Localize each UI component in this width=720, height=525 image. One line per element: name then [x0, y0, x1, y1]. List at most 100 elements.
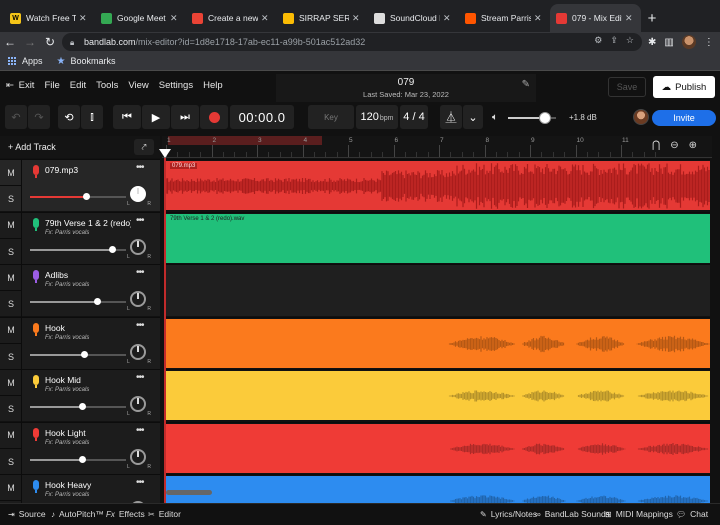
- undo-button[interactable]: ↶: [5, 105, 27, 129]
- metronome-dropdown[interactable]: ⌄: [463, 105, 483, 129]
- back-arrow-icon[interactable]: ←: [0, 35, 20, 49]
- track-name[interactable]: Hook Heavy: [45, 480, 131, 490]
- more-options-icon[interactable]: •••: [136, 372, 144, 383]
- redo-button[interactable]: ↷: [28, 105, 50, 129]
- bandlab-sounds-tab[interactable]: ∞ BandLab Sounds: [535, 509, 610, 519]
- automation-wand-button[interactable]: ⤤: [134, 139, 154, 155]
- solo-button[interactable]: S: [0, 239, 22, 265]
- edit-pencil-icon[interactable]: ✎: [522, 79, 530, 90]
- skip-back-button[interactable]: ⏮: [113, 105, 141, 129]
- close-icon[interactable]: ✕: [79, 13, 89, 24]
- pan-knob[interactable]: [130, 186, 146, 202]
- track-lane[interactable]: [166, 316, 710, 369]
- solo-button[interactable]: S: [0, 449, 22, 475]
- magnet-icon[interactable]: ⋂: [652, 140, 660, 151]
- add-track-button[interactable]: + Add Track: [8, 142, 56, 152]
- pan-knob[interactable]: [130, 343, 146, 360]
- mute-button[interactable]: M: [0, 370, 22, 396]
- master-volume-slider[interactable]: [508, 112, 556, 124]
- audio-clip[interactable]: 079.mp3: [166, 161, 710, 210]
- close-icon[interactable]: ✕: [443, 13, 453, 24]
- browser-tab[interactable]: Create a new ser✕: [186, 4, 277, 32]
- track-volume-knob[interactable]: [108, 245, 116, 253]
- project-title-box[interactable]: 079 Last Saved: Mar 23, 2022 ✎: [276, 74, 536, 102]
- more-options-icon[interactable]: •••: [136, 162, 144, 173]
- play-button[interactable]: ▶: [142, 105, 170, 129]
- side-panel-icon[interactable]: ▥: [664, 37, 673, 48]
- pan-knob[interactable]: [130, 396, 146, 412]
- solo-button[interactable]: S: [0, 186, 22, 212]
- share-icon[interactable]: ⇪: [610, 35, 618, 46]
- more-options-icon[interactable]: •••: [136, 320, 144, 331]
- browser-tab[interactable]: Stream Parris Le✕: [459, 4, 550, 32]
- menu-exit[interactable]: ⇤ Exit: [6, 80, 34, 91]
- solo-button[interactable]: S: [0, 396, 22, 422]
- chat-tab[interactable]: 💬︎ Chat: [676, 509, 708, 519]
- track-name[interactable]: Hook: [45, 323, 131, 333]
- zoom-in-icon[interactable]: ⊕: [689, 140, 697, 151]
- more-options-icon[interactable]: •••: [136, 425, 144, 436]
- new-tab-plus-icon[interactable]: +: [641, 4, 663, 32]
- invite-button[interactable]: Invite: [652, 110, 716, 126]
- menu-view[interactable]: View: [128, 80, 148, 91]
- save-button[interactable]: Save: [608, 77, 646, 97]
- track-volume-knob[interactable]: [80, 350, 88, 358]
- track-name[interactable]: 79th Verse 1 & 2 (redo): [45, 218, 131, 228]
- track-volume-knob[interactable]: [82, 193, 90, 200]
- track-lane[interactable]: [166, 421, 710, 474]
- close-icon[interactable]: ✕: [534, 13, 544, 24]
- solo-button[interactable]: S: [0, 291, 22, 317]
- close-icon[interactable]: ✕: [352, 13, 362, 24]
- close-icon[interactable]: ✕: [261, 13, 271, 24]
- track-name[interactable]: Adlibs: [45, 270, 131, 280]
- skip-forward-button[interactable]: ⏭: [171, 105, 199, 129]
- pan-knob[interactable]: [130, 291, 146, 307]
- bookmark-bookmarks[interactable]: ★ Bookmarks: [57, 56, 116, 67]
- loop-button[interactable]: ⟲: [58, 105, 80, 129]
- key-selector[interactable]: Key: [308, 105, 354, 129]
- track-volume-slider[interactable]: [30, 298, 126, 305]
- record-button[interactable]: [200, 105, 228, 129]
- split-button[interactable]: ⫾: [81, 105, 103, 129]
- track-header[interactable]: M S 79th Verse 1 & 2 (redo) Fx: Parris voca…: [0, 211, 160, 265]
- menu-settings[interactable]: Settings: [159, 80, 193, 91]
- tempo-display[interactable]: 120 bpm: [356, 105, 398, 129]
- midi-mappings-tab[interactable]: ⊞ MIDI Mappings: [605, 509, 673, 519]
- more-options-icon[interactable]: •••: [136, 215, 144, 226]
- mute-button[interactable]: M: [0, 423, 22, 449]
- publish-button[interactable]: ☁ Publish: [653, 76, 715, 98]
- more-options-icon[interactable]: •••: [136, 267, 144, 278]
- browser-tab[interactable]: SoundCloud Dow✕: [368, 4, 459, 32]
- menu-edit[interactable]: Edit: [70, 80, 86, 91]
- user-avatar[interactable]: [633, 109, 649, 125]
- browser-tab[interactable]: 079 - Mix Editor✕: [550, 4, 641, 32]
- track-volume-knob[interactable]: [94, 298, 102, 305]
- track-lane[interactable]: [166, 369, 710, 421]
- effects-tab[interactable]: Fx Effects: [106, 509, 145, 519]
- editor-tab[interactable]: ✂ Editor: [148, 509, 181, 519]
- mute-button[interactable]: M: [0, 160, 22, 186]
- track-header[interactable]: M S Adlibs Fx: Parris vocals ••• L R: [0, 264, 160, 317]
- metronome-button[interactable]: ⏅: [440, 105, 462, 129]
- track-volume-slider[interactable]: [30, 455, 126, 463]
- menu-tools[interactable]: Tools: [96, 80, 118, 91]
- track-lane[interactable]: 079.mp3: [166, 159, 710, 211]
- zoom-out-icon[interactable]: ⊖: [670, 140, 678, 151]
- playhead-handle[interactable]: [159, 149, 171, 158]
- loop-region[interactable]: [168, 136, 322, 145]
- track-lane[interactable]: [166, 264, 710, 316]
- close-icon[interactable]: ✕: [170, 13, 180, 24]
- solo-button[interactable]: S: [0, 344, 22, 370]
- address-bar[interactable]: 🔒︎ bandlab.com/mix-editor?id=1d8e1718-17…: [62, 33, 642, 51]
- time-signature[interactable]: 4 / 4: [400, 105, 428, 129]
- browser-tab[interactable]: SIRRAP SERIES 1✕: [277, 4, 368, 32]
- source-tab[interactable]: ⇥ Source: [8, 509, 46, 519]
- site-settings-icon[interactable]: ⚙: [594, 35, 602, 46]
- mute-button[interactable]: M: [0, 475, 22, 501]
- track-name[interactable]: Hook Mid: [45, 375, 131, 385]
- close-icon[interactable]: ✕: [625, 13, 635, 24]
- audio-clip[interactable]: [166, 371, 710, 420]
- track-volume-slider[interactable]: [30, 403, 126, 410]
- browser-menu-icon[interactable]: ⋮: [704, 37, 714, 48]
- horizontal-scrollbar-thumb[interactable]: [166, 490, 212, 495]
